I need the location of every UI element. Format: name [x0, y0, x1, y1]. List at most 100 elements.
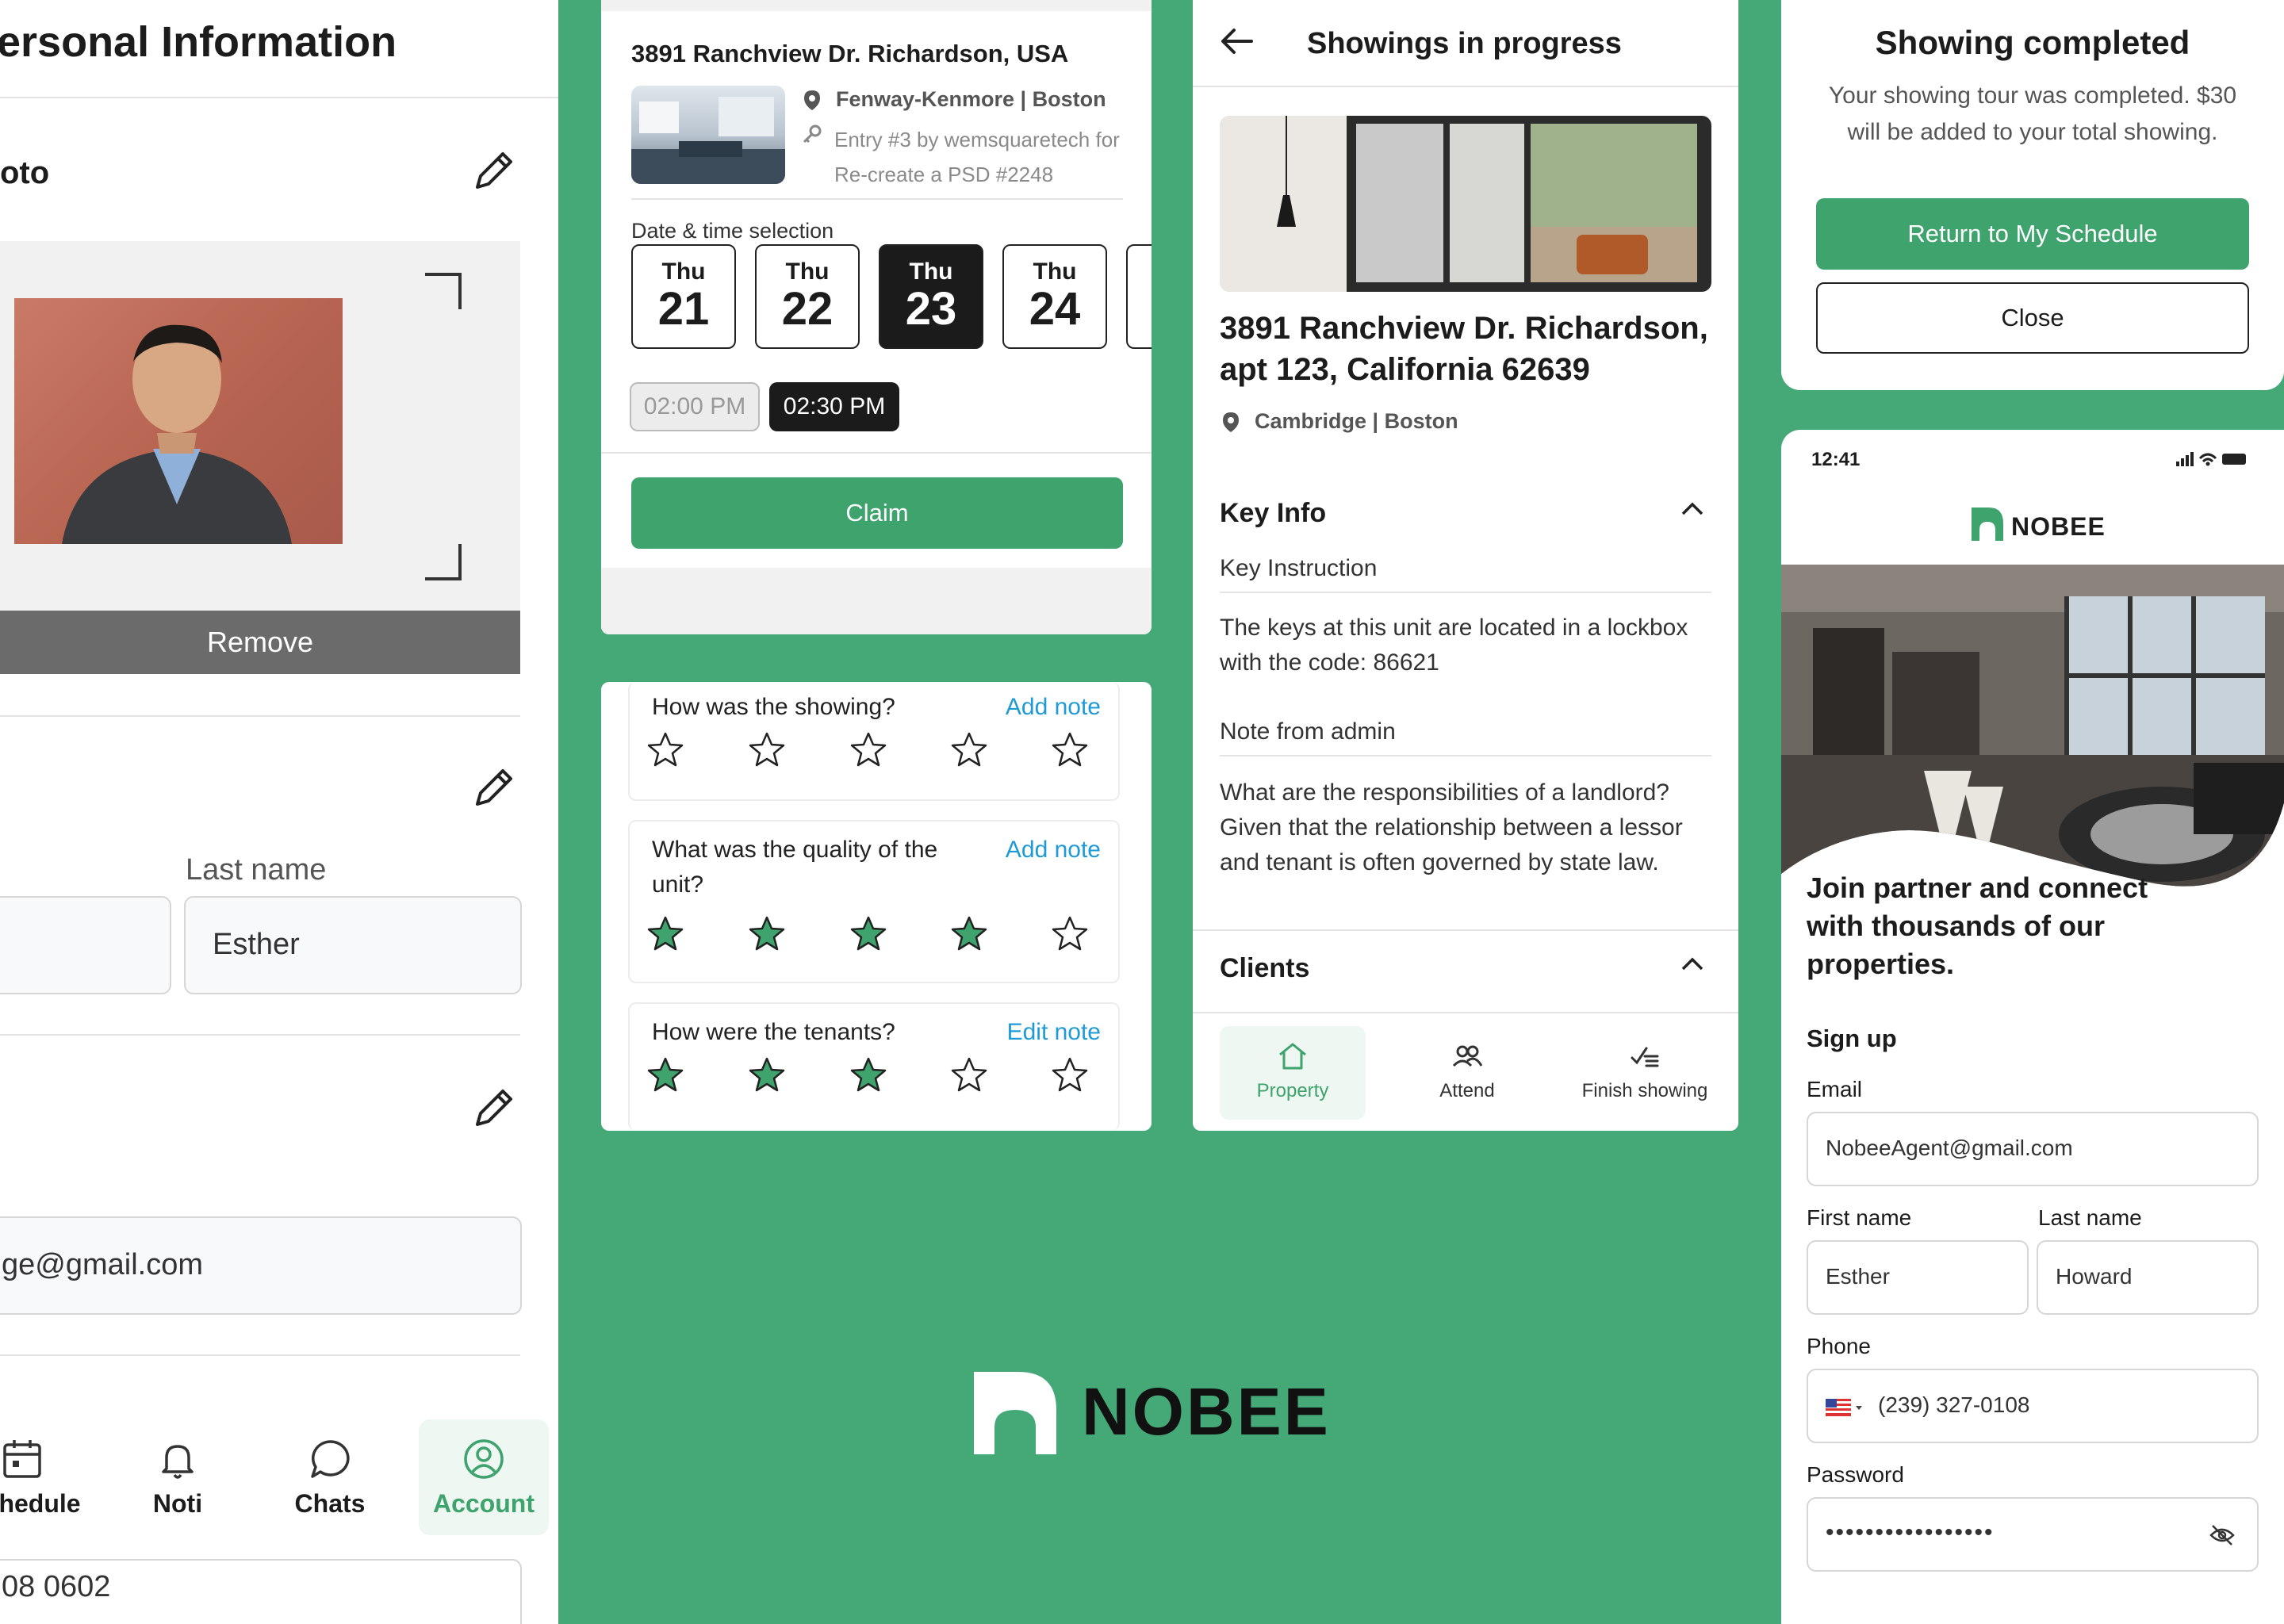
- claim-address: 3891 Ranchview Dr. Richardson, USA: [631, 40, 1069, 67]
- nav-chats[interactable]: Chats: [286, 1411, 374, 1538]
- nobee-logo: [1972, 508, 2003, 541]
- close-button[interactable]: Close: [1816, 282, 2249, 354]
- nav-schedule[interactable]: hedule: [0, 1411, 95, 1538]
- property-photo: [1220, 116, 1711, 292]
- first-name-label: First name: [1807, 1205, 1912, 1230]
- star-icon[interactable]: [951, 1056, 987, 1093]
- star-icon[interactable]: [749, 1056, 785, 1093]
- key-info-title: Key Info: [1220, 498, 1327, 528]
- time-option-0230[interactable]: 02:30 PM: [769, 382, 899, 431]
- phone-label: Phone: [1807, 1334, 1871, 1358]
- property-address: 3891 Ranchview Dr. Richardson, apt 123, …: [1220, 311, 1708, 387]
- time-option-0200[interactable]: 02:00 PM: [630, 382, 760, 431]
- chat-icon: [308, 1437, 352, 1481]
- signal-icon: [2176, 450, 2248, 468]
- add-note-link[interactable]: Add note: [1006, 690, 1101, 725]
- last-name-field[interactable]: Esther: [184, 896, 522, 994]
- add-note-link[interactable]: Add note: [1006, 833, 1101, 868]
- last-name-label: Last name: [2038, 1205, 2142, 1230]
- tagline: Join partner and connect with thousands …: [1807, 871, 2148, 980]
- first-name-field[interactable]: [0, 896, 171, 994]
- password-field[interactable]: •••••••••••••••••: [1807, 1497, 2259, 1572]
- bell-icon: [155, 1437, 200, 1481]
- collapse-clients-icon[interactable]: [1680, 955, 1705, 974]
- hide-password-icon[interactable]: [2209, 1524, 2235, 1546]
- people-icon: [1451, 1040, 1483, 1072]
- star-icon[interactable]: [1052, 915, 1088, 952]
- email-field[interactable]: NobeeAgent@gmail.com: [1807, 1112, 2259, 1186]
- star-icon[interactable]: [647, 731, 684, 768]
- last-name-label: Last name: [186, 853, 327, 887]
- star-icon[interactable]: [647, 915, 684, 952]
- edit-note-link[interactable]: Edit note: [1007, 1015, 1101, 1050]
- first-name-field[interactable]: Esther: [1807, 1240, 2029, 1315]
- crop-corner-bottom-right[interactable]: [425, 544, 462, 580]
- checklist-icon: [1629, 1040, 1661, 1072]
- star-icon[interactable]: [951, 915, 987, 952]
- collapse-key-info-icon[interactable]: [1680, 500, 1705, 519]
- claim-button[interactable]: Claim: [631, 477, 1123, 549]
- password-label: Password: [1807, 1462, 1904, 1487]
- rating-tenants: How were the tenants? Edit note: [628, 1002, 1120, 1131]
- key-instruction-label: Key Instruction: [1220, 555, 1378, 581]
- note-label: Note from admin: [1220, 718, 1396, 745]
- entry-note: Entry #3 by wemsquaretech for Re-create …: [834, 128, 1120, 186]
- listing-thumbnail: [631, 86, 785, 184]
- nav-noti[interactable]: Noti: [133, 1411, 222, 1538]
- star-icon[interactable]: [1052, 1056, 1088, 1093]
- crop-corner-top-right[interactable]: [425, 273, 462, 309]
- back-arrow-icon[interactable]: [1220, 27, 1255, 56]
- star-icon[interactable]: [951, 731, 987, 768]
- key-instruction-text: The keys at this unit are located in a l…: [1220, 615, 1688, 676]
- tab-property[interactable]: Property: [1220, 1026, 1366, 1120]
- nav-account[interactable]: Account: [419, 1419, 549, 1535]
- star-icon[interactable]: [749, 915, 785, 952]
- phone-field[interactable]: (239) 327-0108: [1807, 1369, 2259, 1443]
- clients-title: Clients: [1220, 953, 1310, 983]
- claim-location: Fenway-Kenmore | Boston: [836, 87, 1106, 111]
- date-option-22[interactable]: Thu 22: [755, 244, 860, 349]
- calendar-icon: [0, 1437, 95, 1481]
- date-option-next[interactable]: [1126, 244, 1152, 349]
- house-icon: [1277, 1040, 1309, 1072]
- date-option-21[interactable]: Thu 21: [631, 244, 736, 349]
- claim-showing-card: 3891 Ranchview Dr. Richardson, USA Fenwa…: [601, 0, 1152, 634]
- date-section-label: Date & time selection: [631, 219, 834, 243]
- star-icon[interactable]: [749, 731, 785, 768]
- completed-title: Showing completed: [1875, 24, 2190, 61]
- star-icon[interactable]: [850, 915, 887, 952]
- edit-name-icon[interactable]: [469, 764, 517, 812]
- us-flag-icon[interactable]: [1826, 1399, 1864, 1416]
- personal-info-panel: ersonal Information oto Remove Last name…: [0, 0, 558, 1624]
- edit-email-icon[interactable]: [469, 1085, 517, 1132]
- signup-hero-image: [1781, 565, 2284, 906]
- brand-wordmark: NOBEE: [1082, 1374, 1331, 1449]
- page-title: ersonal Information: [0, 18, 397, 66]
- key-icon: [801, 124, 823, 146]
- page-title: Showings in progress: [1307, 27, 1622, 60]
- property-location: Cambridge | Boston: [1255, 409, 1458, 433]
- email-label: Email: [1807, 1077, 1863, 1101]
- photo-label: oto: [0, 155, 50, 190]
- location-pin-icon: [801, 89, 823, 111]
- tab-finish-showing[interactable]: Finish showing: [1565, 1026, 1724, 1120]
- date-option-23[interactable]: Thu 23: [879, 244, 983, 349]
- star-icon[interactable]: [1052, 731, 1088, 768]
- star-icon[interactable]: [850, 731, 887, 768]
- brand-name: NOBEE: [2011, 512, 2106, 541]
- nobee-brand-logo: [974, 1372, 1056, 1454]
- last-name-field[interactable]: Howard: [2037, 1240, 2259, 1315]
- date-option-24[interactable]: Thu 24: [1002, 244, 1107, 349]
- remove-photo-button[interactable]: Remove: [0, 611, 520, 674]
- star-icon[interactable]: [850, 1056, 887, 1093]
- email-field[interactable]: ge@gmail.com: [0, 1216, 522, 1315]
- profile-photo: [14, 298, 343, 544]
- account-icon: [462, 1437, 506, 1481]
- star-icon[interactable]: [647, 1056, 684, 1093]
- edit-photo-icon[interactable]: [469, 147, 517, 195]
- tab-attend[interactable]: Attend: [1394, 1026, 1540, 1120]
- phone-field[interactable]: 08 0602: [0, 1559, 522, 1624]
- return-to-schedule-button[interactable]: Return to My Schedule: [1816, 198, 2249, 270]
- showing-completed-card: Showing completed Your showing tour was …: [1781, 0, 2284, 390]
- bottom-nav: hedule Noti Chats Account: [0, 1411, 558, 1562]
